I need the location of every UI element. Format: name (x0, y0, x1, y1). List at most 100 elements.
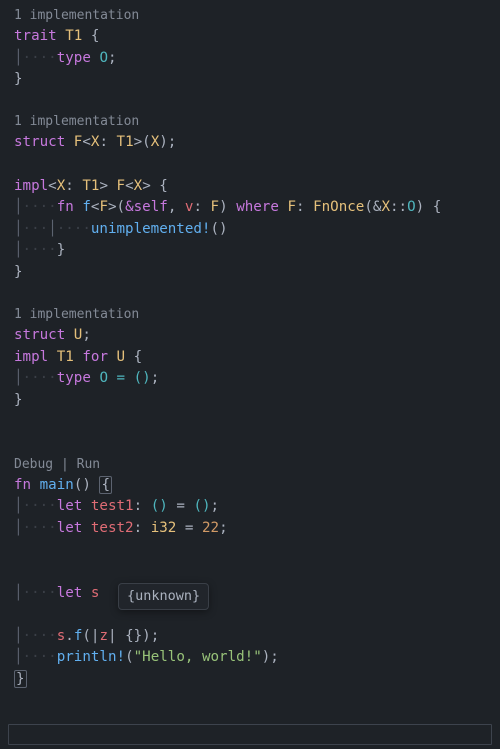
indent-guide: │ (14, 628, 23, 644)
indent-guide: │ (14, 242, 23, 258)
indent-guide: │ (14, 498, 23, 514)
blank-line[interactable] (14, 539, 500, 561)
paren-close: ) (82, 477, 91, 493)
indent-guide: │ (14, 585, 23, 601)
indent-guide: │ (14, 199, 23, 215)
whitespace-dot (151, 178, 160, 194)
whitespace-dot (82, 520, 91, 536)
code-line[interactable]: │····let test1: () = (); (14, 496, 500, 518)
colon: : (134, 498, 143, 514)
whitespace-dot (305, 199, 314, 215)
code-line[interactable]: │····let test2: i32 = 22; (14, 518, 500, 540)
code-line[interactable]: } (14, 390, 500, 412)
code-line[interactable]: │····s.f(|z| {}); (14, 626, 500, 648)
code-line[interactable]: │····} (14, 240, 500, 262)
keyword-for: for (82, 349, 108, 365)
blank-line[interactable] (14, 412, 500, 434)
blank-line[interactable] (14, 91, 500, 113)
keyword-trait: trait (14, 28, 57, 44)
paren-open: ( (142, 134, 151, 150)
trait-name: T1 (57, 349, 74, 365)
paren-open: ( (82, 628, 91, 644)
code-line[interactable]: impl<X: T1> F<X> { (14, 176, 500, 198)
var-name: test2 (91, 520, 134, 536)
code-line[interactable]: │····fn f<F>(&self, v: F) where F: FnOnc… (14, 197, 500, 219)
blank-line[interactable] (14, 433, 500, 455)
whitespace-dot (142, 498, 151, 514)
closure-param: z (99, 628, 108, 644)
code-line[interactable]: │····type O = (); (14, 368, 500, 390)
brace-open: { (433, 199, 442, 215)
keyword-let: let (57, 585, 83, 601)
unit-type: = () (108, 370, 151, 386)
code-line[interactable]: │····let s ); {unknown} (14, 583, 500, 626)
whitespace-dot (108, 178, 117, 194)
indent-guide: │ (14, 370, 23, 386)
brace-close: } (57, 242, 66, 258)
codelens-implementations[interactable]: 1 implementation (14, 305, 500, 325)
whitespace-dot (82, 28, 91, 44)
dot: . (65, 628, 74, 644)
type-name: F (117, 178, 126, 194)
codelens-implementations[interactable]: 1 implementation (14, 112, 500, 132)
code-line[interactable]: impl T1 for U { (14, 347, 500, 369)
whitespace-dot (65, 134, 74, 150)
angle-close: > (108, 199, 117, 215)
brace-close-matched: } (14, 670, 27, 688)
type-name: U (117, 349, 126, 365)
type-param: X (57, 178, 66, 194)
indent-guide: │ (14, 520, 23, 536)
keyword-type: type (57, 50, 91, 66)
code-line[interactable]: │····type O; (14, 48, 500, 70)
keyword-struct: struct (14, 327, 65, 343)
keyword-let: let (57, 498, 83, 514)
code-line[interactable]: trait T1 { (14, 26, 500, 48)
path-sep: :: (390, 199, 407, 215)
paren-open: ( (117, 199, 126, 215)
codelens-debug-run[interactable]: Debug | Run (14, 455, 500, 475)
brace-close: } (14, 392, 23, 408)
code-line[interactable]: struct F<X: T1>(X); (14, 132, 500, 154)
trait-name: FnOnce (313, 199, 364, 215)
whitespace-dot (82, 585, 91, 601)
unit-value: () (193, 498, 210, 514)
code-line[interactable]: │···│····unimplemented!() (14, 219, 500, 241)
code-line[interactable]: fn main() { (14, 475, 500, 497)
keyword-struct: struct (14, 134, 65, 150)
whitespace-dots: ···· (23, 520, 57, 536)
blank-line[interactable] (14, 154, 500, 176)
paren-close: ) (219, 199, 228, 215)
code-line[interactable]: } (14, 262, 500, 284)
code-line[interactable]: } (14, 669, 500, 691)
whitespace-dots: ···· (23, 498, 57, 514)
whitespace-dot (48, 349, 57, 365)
fn-name: main (40, 477, 74, 493)
whitespace-dot (65, 327, 74, 343)
whitespace-dots: ···· (23, 50, 57, 66)
keyword-fn: fn (14, 477, 31, 493)
indent-guide: │ (14, 50, 23, 66)
paren-open: ( (364, 199, 373, 215)
keyword-impl: impl (14, 349, 48, 365)
paren-open: ( (125, 649, 134, 665)
semicolon: ; (219, 520, 228, 536)
codelens-implementations[interactable]: 1 implementation (14, 6, 500, 26)
assoc-type: O (99, 50, 108, 66)
code-editor[interactable]: { "lens": { "impl1": "1 implementation",… (0, 0, 500, 749)
whitespace-dots: ···· (23, 199, 57, 215)
code-line[interactable]: struct U; (14, 325, 500, 347)
blank-line[interactable] (14, 561, 500, 583)
keyword-impl: impl (14, 178, 48, 194)
type-param: F (211, 199, 220, 215)
colon: : (134, 520, 143, 536)
code-line[interactable]: │····println!("Hello, world!"); (14, 647, 500, 669)
type-param: F (287, 199, 296, 215)
brace-open-matched: { (99, 476, 112, 494)
code-line[interactable]: } (14, 69, 500, 91)
indent-guide: │ (14, 649, 23, 665)
paren-close: ) (219, 221, 228, 237)
whitespace-dot (142, 520, 151, 536)
paren-close-semi: ); (262, 649, 279, 665)
brace-close: } (14, 264, 23, 280)
blank-line[interactable] (14, 284, 500, 306)
